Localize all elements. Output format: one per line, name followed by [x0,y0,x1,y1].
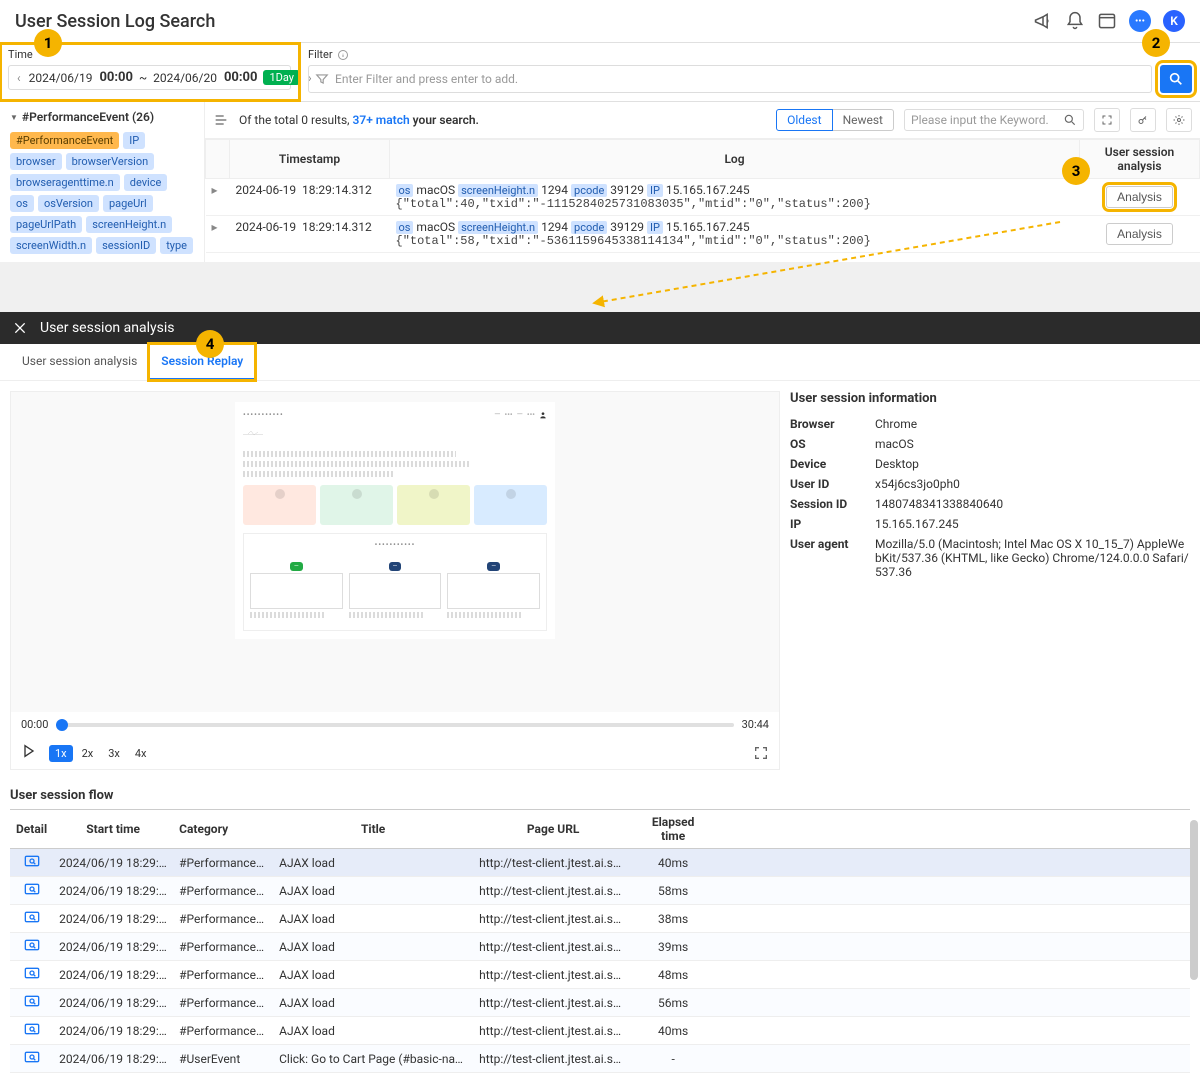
tag-browserVersion[interactable]: browserVersion [66,153,155,170]
detail-icon[interactable] [24,994,40,1008]
bell-icon[interactable] [1065,11,1085,31]
flow-row[interactable]: 2024/06/19 18:29:08#PerformanceEventAJAX… [10,933,1190,961]
newest-button[interactable]: Newest [833,109,894,131]
flow-row[interactable]: 2024/06/19 18:29:08#PerformanceEventAJAX… [10,961,1190,989]
session-info: User session information BrowserChromeOS… [790,391,1190,770]
panel-header: User session analysis [0,312,1200,344]
tabs: User session analysis Session Replay 4 [0,344,1200,381]
detail-icon[interactable] [24,966,40,980]
player-controls: 1x 2x 3x 4x [11,737,779,769]
tab-user-session-analysis[interactable]: User session analysis [10,344,149,380]
funnel-icon [315,72,329,86]
flow-row[interactable]: 2024/06/19 18:29:08#PerformanceEventAJAX… [10,989,1190,1017]
time-end: 30:44 [742,718,769,731]
gear-button[interactable] [1166,108,1192,132]
session-player: ••••••••••• —•••—••• [10,391,780,770]
filter-placeholder: Enter Filter and press enter to add. [335,72,518,86]
col-log: Log [390,140,1080,179]
timeline-thumb[interactable] [56,719,68,731]
flow-section: User session flow Detail Start time Cate… [0,780,1200,1081]
replay-row: ••••••••••• —•••—••• [0,381,1200,780]
marker-3: 3 [1062,157,1090,185]
panel-icon[interactable] [1097,11,1117,31]
speed-2x[interactable]: 2x [76,745,100,762]
marker-1: 1 [34,29,62,57]
detail-icon[interactable] [24,1050,40,1064]
header-icons: ••• K [1033,10,1185,32]
info-row: User IDx54j6cs3jo0ph0 [790,474,1190,494]
content-toolbar: Of the total 0 results, 37+ match your s… [205,102,1200,139]
info-row: DeviceDesktop [790,454,1190,474]
collapse-icon[interactable] [213,112,229,128]
megaphone-icon[interactable] [1033,11,1053,31]
player-viewport[interactable]: ••••••••••• —•••—••• [11,392,779,712]
flow-row[interactable]: 2024/06/19 18:29:08#PerformanceEventAJAX… [10,849,1190,877]
fullscreen-icon[interactable] [753,745,769,761]
keyword-input[interactable]: Please input the Keyword. [904,109,1084,131]
user-avatar[interactable]: K [1163,10,1185,32]
detail-icon[interactable] [24,1022,40,1036]
close-icon[interactable] [12,320,28,336]
player-timeline[interactable]: 00:00 30:44 [11,712,779,737]
tag-device[interactable]: device [124,174,168,191]
app-header: User Session Log Search ••• K [0,0,1200,42]
info-row: IP15.165.167.245 [790,514,1190,534]
fullscreen-button[interactable] [1094,108,1120,132]
sidebar-title[interactable]: #PerformanceEvent (26) [10,110,194,124]
oldest-button[interactable]: Oldest [776,109,832,131]
search-small-icon [1063,113,1077,127]
detail-icon[interactable] [24,910,40,924]
info-row: OSmacOS [790,434,1190,454]
speed-1x[interactable]: 1x [49,745,73,762]
speed-3x[interactable]: 3x [102,745,126,762]
time-range-input[interactable]: ‹ 2024/06/19 00:00 ~ 2024/06/20 00:00 1D… [8,65,291,90]
flow-row[interactable]: 2024/06/19 18:29:08#PerformanceEventAJAX… [10,1017,1190,1045]
search-icon [1168,71,1184,87]
result-summary: Of the total 0 results, 37+ match your s… [239,113,766,127]
info-title: User session information [790,391,1190,406]
tag-IP[interactable]: IP [123,132,145,149]
marker-2: 2 [1142,29,1170,57]
flow-table: Detail Start time Category Title Page UR… [10,809,1190,1073]
tag-browseragenttime.n[interactable]: browseragenttime.n [10,174,120,191]
marker-4: 4 [196,330,224,358]
flow-row[interactable]: 2024/06/19 18:29:08#PerformanceEventAJAX… [10,877,1190,905]
filter-label: Filter [308,48,1192,61]
detail-icon[interactable] [24,854,40,868]
search-row: 1 Time ‹ 2024/06/19 00:00 ~ 2024/06/20 0… [0,42,1200,102]
time-start: 00:00 [21,718,48,731]
col-analysis: User session analysis [1080,140,1200,179]
col-timestamp: Timestamp [230,140,390,179]
speed-4x[interactable]: 4x [129,745,153,762]
detail-icon[interactable] [24,882,40,896]
info-row: BrowserChrome [790,414,1190,434]
panel-title: User session analysis [40,320,174,336]
key-button[interactable] [1130,108,1156,132]
range-badge: 1Day [263,70,300,85]
flow-row[interactable]: 2024/06/19 18:29:08#PerformanceEventAJAX… [10,905,1190,933]
arrow-annotation [0,202,1200,252]
chevron-left-icon[interactable]: ‹ [15,71,23,85]
chat-icon[interactable]: ••• [1129,10,1151,32]
tag-#PerformanceEvent[interactable]: #PerformanceEvent [10,132,119,149]
play-button[interactable] [21,743,41,763]
info-row: Session ID14807483413388406​40 [790,494,1190,514]
flow-title: User session flow [10,788,1190,803]
detail-icon[interactable] [24,938,40,952]
info-icon[interactable] [337,49,349,61]
search-button[interactable] [1160,65,1192,93]
tag-browser[interactable]: browser [10,153,62,170]
scrollbar[interactable] [1190,820,1198,980]
divider-gap [0,262,1200,312]
filter-box: 2 Filter Enter Filter and press enter to… [300,43,1200,101]
flow-row[interactable]: 2024/06/19 18:29:10#UserEventClick: Go t… [10,1045,1190,1073]
info-row: User agentMozilla/5.0 (Macintosh; Intel … [790,534,1190,582]
filter-input[interactable]: Enter Filter and press enter to add. [308,65,1152,93]
